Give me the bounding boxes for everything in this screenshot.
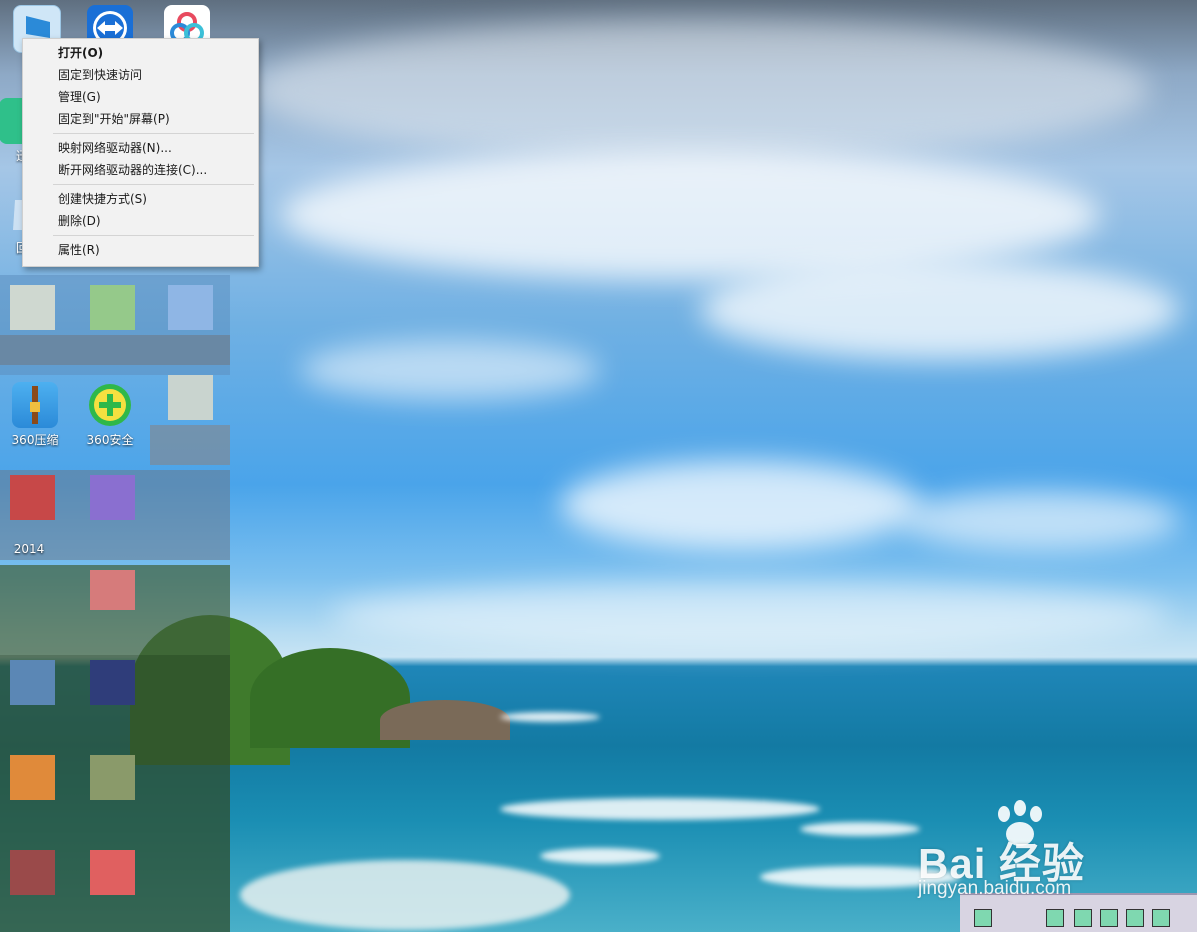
watermark-url: jingyan.baidu.com — [918, 878, 1072, 899]
menu-item-pin-start[interactable]: 固定到"开始"屏幕(P) — [23, 108, 258, 130]
train-window — [1100, 909, 1118, 927]
menu-item-pin-quick-access[interactable]: 固定到快速访问 — [23, 64, 258, 86]
cloud — [250, 20, 1150, 160]
cloud — [560, 460, 920, 550]
train-window — [1152, 909, 1170, 927]
cloud — [700, 260, 1180, 360]
app-2014-glyph-icon — [6, 478, 52, 524]
menu-item-delete[interactable]: 删除(D) — [23, 210, 258, 232]
menu-item-map-network-drive[interactable]: 映射网络驱动器(N)... — [23, 137, 258, 159]
cloud — [900, 490, 1180, 550]
menu-item-disconnect-network-drive[interactable]: 断开网络驱动器的连接(C)... — [23, 159, 258, 181]
zip-folder-icon — [12, 382, 58, 428]
train-window — [1126, 909, 1144, 927]
icon-label: 2014 — [13, 542, 45, 556]
menu-item-open[interactable]: 打开(O) — [23, 42, 258, 64]
wave-foam — [500, 712, 600, 722]
app-2014-icon[interactable]: 2014 — [0, 478, 61, 556]
wave-foam — [800, 822, 920, 836]
train-window — [1046, 909, 1064, 927]
icon-label: 360安全 — [86, 433, 134, 447]
menu-separator — [53, 235, 254, 236]
train-window — [1074, 909, 1092, 927]
pixelated-area — [0, 275, 230, 932]
menu-separator — [53, 133, 254, 134]
wave-foam — [240, 860, 570, 930]
wave-foam — [500, 798, 820, 820]
360safe-icon[interactable]: 360安全 — [78, 382, 142, 448]
menu-separator — [53, 184, 254, 185]
menu-item-create-shortcut[interactable]: 创建快捷方式(S) — [23, 188, 258, 210]
360-shield-icon — [87, 382, 133, 428]
menu-item-properties[interactable]: 属性(R) — [23, 239, 258, 261]
cloud — [330, 580, 1170, 650]
menu-item-manage[interactable]: 管理(G) — [23, 86, 258, 108]
wave-foam — [540, 848, 660, 864]
cloud — [300, 340, 600, 400]
context-menu: 打开(O) 固定到快速访问 管理(G) 固定到"开始"屏幕(P) 映射网络驱动器… — [22, 38, 259, 267]
icon-label: 360压缩 — [11, 433, 59, 447]
rocks — [380, 700, 510, 740]
train-window — [974, 909, 992, 927]
baidu-jingyan-watermark: Bai 经验 jingyan.baidu.com — [918, 800, 1148, 910]
360zip-icon[interactable]: 360压缩 — [3, 382, 67, 448]
